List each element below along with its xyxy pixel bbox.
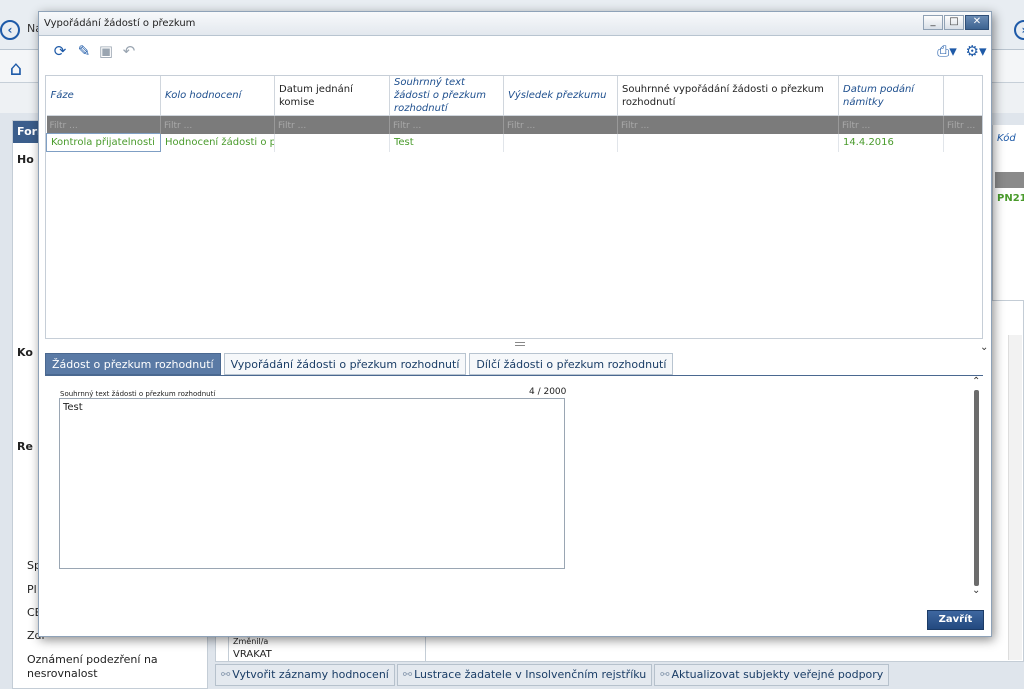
scrollbar[interactable]: ⌃ ⌄ bbox=[971, 376, 983, 598]
button-label: Lustrace žadatele v Insolvenčním rejstří… bbox=[414, 668, 647, 681]
changed-by-label: Změnil/a bbox=[233, 637, 269, 646]
filter-cell[interactable]: Filtr ... bbox=[838, 115, 944, 134]
right-grid-panel bbox=[992, 125, 1024, 305]
scroll-up-icon[interactable]: ⌃ bbox=[972, 376, 980, 387]
sidebar-section[interactable]: Re bbox=[17, 440, 33, 453]
filter-row: Filtr ... Filtr ... Filtr ... Filtr ... … bbox=[46, 115, 982, 134]
button-label: Vytvořit záznamy hodnocení bbox=[232, 668, 389, 681]
filter-placeholder: Filtr ... bbox=[164, 121, 193, 132]
filter-placeholder: Filtr ... bbox=[842, 121, 871, 132]
scroll-thumb[interactable] bbox=[974, 390, 979, 586]
requests-grid: Fáze Kolo hodnocení Datum jednání komise… bbox=[45, 75, 983, 339]
back-icon[interactable]: ‹ bbox=[0, 20, 20, 40]
undo-icon[interactable]: ↶ bbox=[120, 42, 138, 60]
tab-request[interactable]: Žádost o přezkum rozhodnutí bbox=[45, 353, 221, 375]
column-header[interactable]: Souhrnné vypořádání žádosti o přezkum ro… bbox=[617, 76, 839, 116]
column-header[interactable]: Datum jednání komise bbox=[274, 76, 390, 116]
scroll-down-icon[interactable]: ⌄ bbox=[972, 585, 980, 596]
grid-cell[interactable]: Kontrola přijatelnosti bbox=[46, 133, 161, 152]
edit-icon[interactable]: ✎ bbox=[75, 42, 93, 60]
create-evaluation-records-button[interactable]: ⚯ Vytvořit záznamy hodnocení bbox=[215, 664, 395, 686]
grid-cell[interactable] bbox=[943, 133, 982, 152]
grid-cell: PN21 bbox=[997, 193, 1024, 204]
filter-cell[interactable]: Filtr ... bbox=[503, 115, 618, 134]
minimize-icon[interactable]: _ bbox=[923, 15, 943, 30]
sidebar-item[interactable]: Oznámení podezření na bbox=[27, 653, 158, 666]
update-state-aid-button[interactable]: ⚯ Aktualizovat subjekty veřejné podpory bbox=[654, 664, 890, 686]
filter-placeholder: Filtr ... bbox=[947, 121, 976, 132]
sidebar-item[interactable]: nesrovnalost bbox=[27, 667, 98, 680]
detail-tabs: Žádost o přezkum rozhodnutí Vypořádání ž… bbox=[45, 353, 674, 375]
filter-cell[interactable]: Filtr ... bbox=[274, 115, 390, 134]
column-header[interactable]: Souhrnný text žádosti o přezkum rozhodnu… bbox=[389, 76, 504, 116]
sidebar-section[interactable]: Ko bbox=[17, 346, 33, 359]
tab-content: Souhrnný text žádosti o přezkum rozhodnu… bbox=[45, 375, 983, 599]
filter-placeholder: Filtr ... bbox=[278, 121, 307, 132]
column-header[interactable]: Fáze bbox=[46, 76, 161, 116]
column-header[interactable]: Datum podání námitky bbox=[838, 76, 944, 116]
filter-placeholder: Filtr ... bbox=[49, 121, 78, 131]
link-icon: ⚯ bbox=[221, 668, 231, 681]
summary-text-area[interactable]: Test bbox=[59, 398, 565, 569]
grid-cell[interactable]: Hodnocení žádosti o pc bbox=[160, 133, 275, 152]
insolvency-check-button[interactable]: ⚯ Lustrace žadatele v Insolvenčním rejstř… bbox=[396, 664, 653, 686]
bottom-action-bar: ⚯ Vytvořit záznamy hodnocení ⚯ Lustrace ža… bbox=[215, 664, 890, 686]
filter-placeholder: Filtr ... bbox=[507, 121, 536, 132]
grid-cell[interactable]: 14.4.2016 bbox=[838, 133, 944, 152]
grid-cell[interactable]: Test bbox=[389, 133, 504, 152]
column-header-kod: Kód bbox=[997, 133, 1016, 144]
summary-text-label: Souhrnný text žádosti o přezkum rozhodnu… bbox=[60, 390, 216, 398]
link-icon: ⚯ bbox=[402, 668, 413, 681]
window-controls: _ □ ✕ bbox=[923, 15, 989, 30]
tab-partial-requests[interactable]: Dílčí žádosti o přezkum rozhodnutí bbox=[469, 353, 674, 375]
char-counter: 4 / 2000 bbox=[529, 387, 567, 397]
dialog-title: Vypořádání žádostí o přezkum bbox=[44, 18, 196, 29]
grid-cell[interactable] bbox=[503, 133, 618, 152]
grid-cell[interactable] bbox=[274, 133, 390, 152]
grid-cell[interactable] bbox=[617, 133, 839, 152]
changed-by-value: VRAKAT bbox=[233, 649, 272, 660]
splitter-handle[interactable] bbox=[515, 342, 525, 346]
sidebar-section[interactable]: Ho bbox=[17, 153, 34, 166]
filter-cell[interactable]: Filtr ... bbox=[943, 115, 982, 134]
close-icon[interactable]: ✕ bbox=[965, 15, 989, 30]
filter-cell[interactable] bbox=[995, 172, 1024, 188]
filter-cell[interactable]: Filtr ... bbox=[46, 115, 161, 134]
column-header[interactable]: Kolo hodnocení bbox=[160, 76, 275, 116]
table-row[interactable]: Kontrola přijatelnosti Hodnocení žádosti… bbox=[46, 133, 982, 152]
maximize-icon[interactable]: □ bbox=[944, 15, 964, 30]
changed-by-field: Změnil/a VRAKAT bbox=[228, 636, 426, 662]
dialog-title-bar[interactable]: Vypořádání žádostí o přezkum _ □ ✕ bbox=[39, 12, 991, 36]
dialog-toolbar: ⟳ ✎ ▣ ↶ ⎙▾ ⚙▾ bbox=[45, 39, 989, 65]
filter-cell[interactable]: Filtr ... bbox=[160, 115, 275, 134]
tab-settlement[interactable]: Vypořádání žádosti o přezkum rozhodnutí bbox=[223, 353, 467, 375]
save-icon[interactable]: ▣ bbox=[97, 42, 115, 60]
filter-placeholder: Filtr ... bbox=[393, 121, 422, 132]
review-settlement-dialog: Vypořádání žádostí o přezkum _ □ ✕ ⟳ ✎ ▣… bbox=[38, 11, 992, 637]
scrollbar[interactable] bbox=[1008, 335, 1022, 660]
link-icon: ⚯ bbox=[660, 668, 670, 681]
refresh-icon[interactable]: ⟳ bbox=[51, 42, 69, 60]
print-icon[interactable]: ⎙▾ bbox=[935, 42, 959, 60]
collapse-icon[interactable]: ⌄ bbox=[980, 342, 988, 353]
column-header[interactable]: Výsledek přezkumu bbox=[503, 76, 618, 116]
filter-cell[interactable]: Filtr ... bbox=[617, 115, 839, 134]
column-header[interactable] bbox=[943, 76, 982, 116]
filter-cell[interactable]: Filtr ... bbox=[389, 115, 504, 134]
home-icon[interactable]: ⌂ bbox=[3, 56, 29, 80]
button-label: Aktualizovat subjekty veřejné podpory bbox=[671, 668, 884, 681]
filter-placeholder: Filtr ... bbox=[621, 121, 650, 132]
settings-icon[interactable]: ⚙▾ bbox=[963, 42, 989, 60]
close-button[interactable]: Zavřít bbox=[927, 610, 984, 630]
sidebar-item[interactable]: Pl bbox=[27, 583, 37, 596]
